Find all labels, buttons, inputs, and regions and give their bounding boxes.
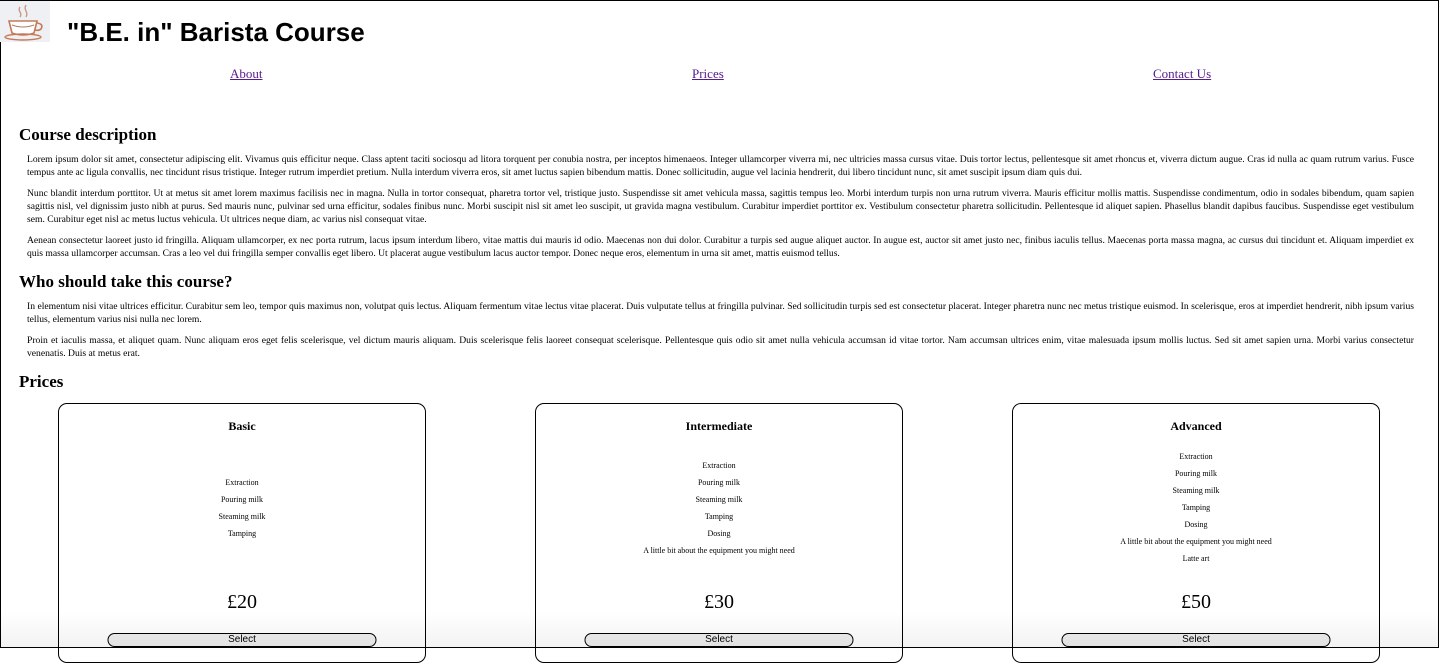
select-basic-button[interactable]: Select [107,633,377,647]
pricing-card-intermediate: Intermediate Extraction Pouring milk Ste… [535,403,903,663]
feature-item: Tamping [704,512,734,521]
feature-list: Extraction Pouring milk Steaming milk Ta… [536,457,902,559]
feature-item: Extraction [702,461,736,470]
site-header: "B.E. in" Barista Course [0,1,1439,63]
select-advanced-button[interactable]: Select [1061,633,1331,647]
feature-item: Pouring milk [1174,469,1217,478]
prices-section: Prices [19,368,1414,396]
pricing-card-title: Intermediate [685,419,753,433]
price-value: £30 [704,591,734,613]
nav-link-prices[interactable]: Prices [692,66,724,82]
feature-list: Extraction Pouring milk Steaming milk Ta… [59,474,425,542]
course-description-paragraph: Lorem ipsum dolor sit amet, consectetur … [27,154,1414,178]
prices-heading: Prices [19,372,64,391]
pricing-card-title: Basic [228,419,256,433]
feature-item: Dosing [707,529,731,538]
pricing-cards: Basic Extraction Pouring milk Steaming m… [0,403,1439,663]
audience-section: Who should take this course? In elementu… [19,268,1414,360]
page-title: "B.E. in" Barista Course [67,17,365,47]
feature-item: A little bit about the equipment you mig… [1120,537,1272,546]
select-intermediate-button[interactable]: Select [584,633,854,647]
audience-heading: Who should take this course? [19,272,233,291]
main-nav: About Prices Contact Us [0,66,1439,86]
course-description-section: Course description Lorem ipsum dolor sit… [19,121,1414,260]
feature-item: Pouring milk [697,478,740,487]
pricing-card-basic: Basic Extraction Pouring milk Steaming m… [58,403,426,663]
feature-item: Tamping [1181,503,1211,512]
audience-paragraph: Proin et iaculis massa, et aliquet quam.… [27,335,1414,359]
feature-item: Latte art [1182,554,1210,563]
feature-item: Extraction [1179,452,1213,461]
price-value: £20 [227,591,257,613]
pricing-card-title: Advanced [1170,419,1222,433]
feature-item: A little bit about the equipment you mig… [643,546,795,555]
coffee-cup-icon [0,1,50,42]
price-value: £50 [1181,591,1211,613]
feature-item: Steaming milk [695,495,743,504]
audience-paragraph: In elementum nisi vitae ultrices efficit… [27,301,1414,325]
main-content: Course description Lorem ipsum dolor sit… [19,121,1414,396]
feature-item: Pouring milk [220,495,263,504]
pricing-card-advanced: Advanced Extraction Pouring milk Steamin… [1012,403,1380,663]
feature-list: Extraction Pouring milk Steaming milk Ta… [1013,448,1379,567]
feature-item: Steaming milk [218,512,266,521]
feature-item: Extraction [225,478,259,487]
nav-link-contact-us[interactable]: Contact Us [1153,66,1211,82]
course-description-paragraph: Nunc blandit interdum porttitor. Ut at m… [27,188,1414,225]
nav-link-about[interactable]: About [230,66,263,82]
course-description-paragraph: Aenean consectetur laoreet justo id frin… [27,235,1414,259]
feature-item: Steaming milk [1172,486,1220,495]
feature-item: Tamping [227,529,257,538]
course-description-heading: Course description [19,125,157,144]
feature-item: Dosing [1184,520,1208,529]
